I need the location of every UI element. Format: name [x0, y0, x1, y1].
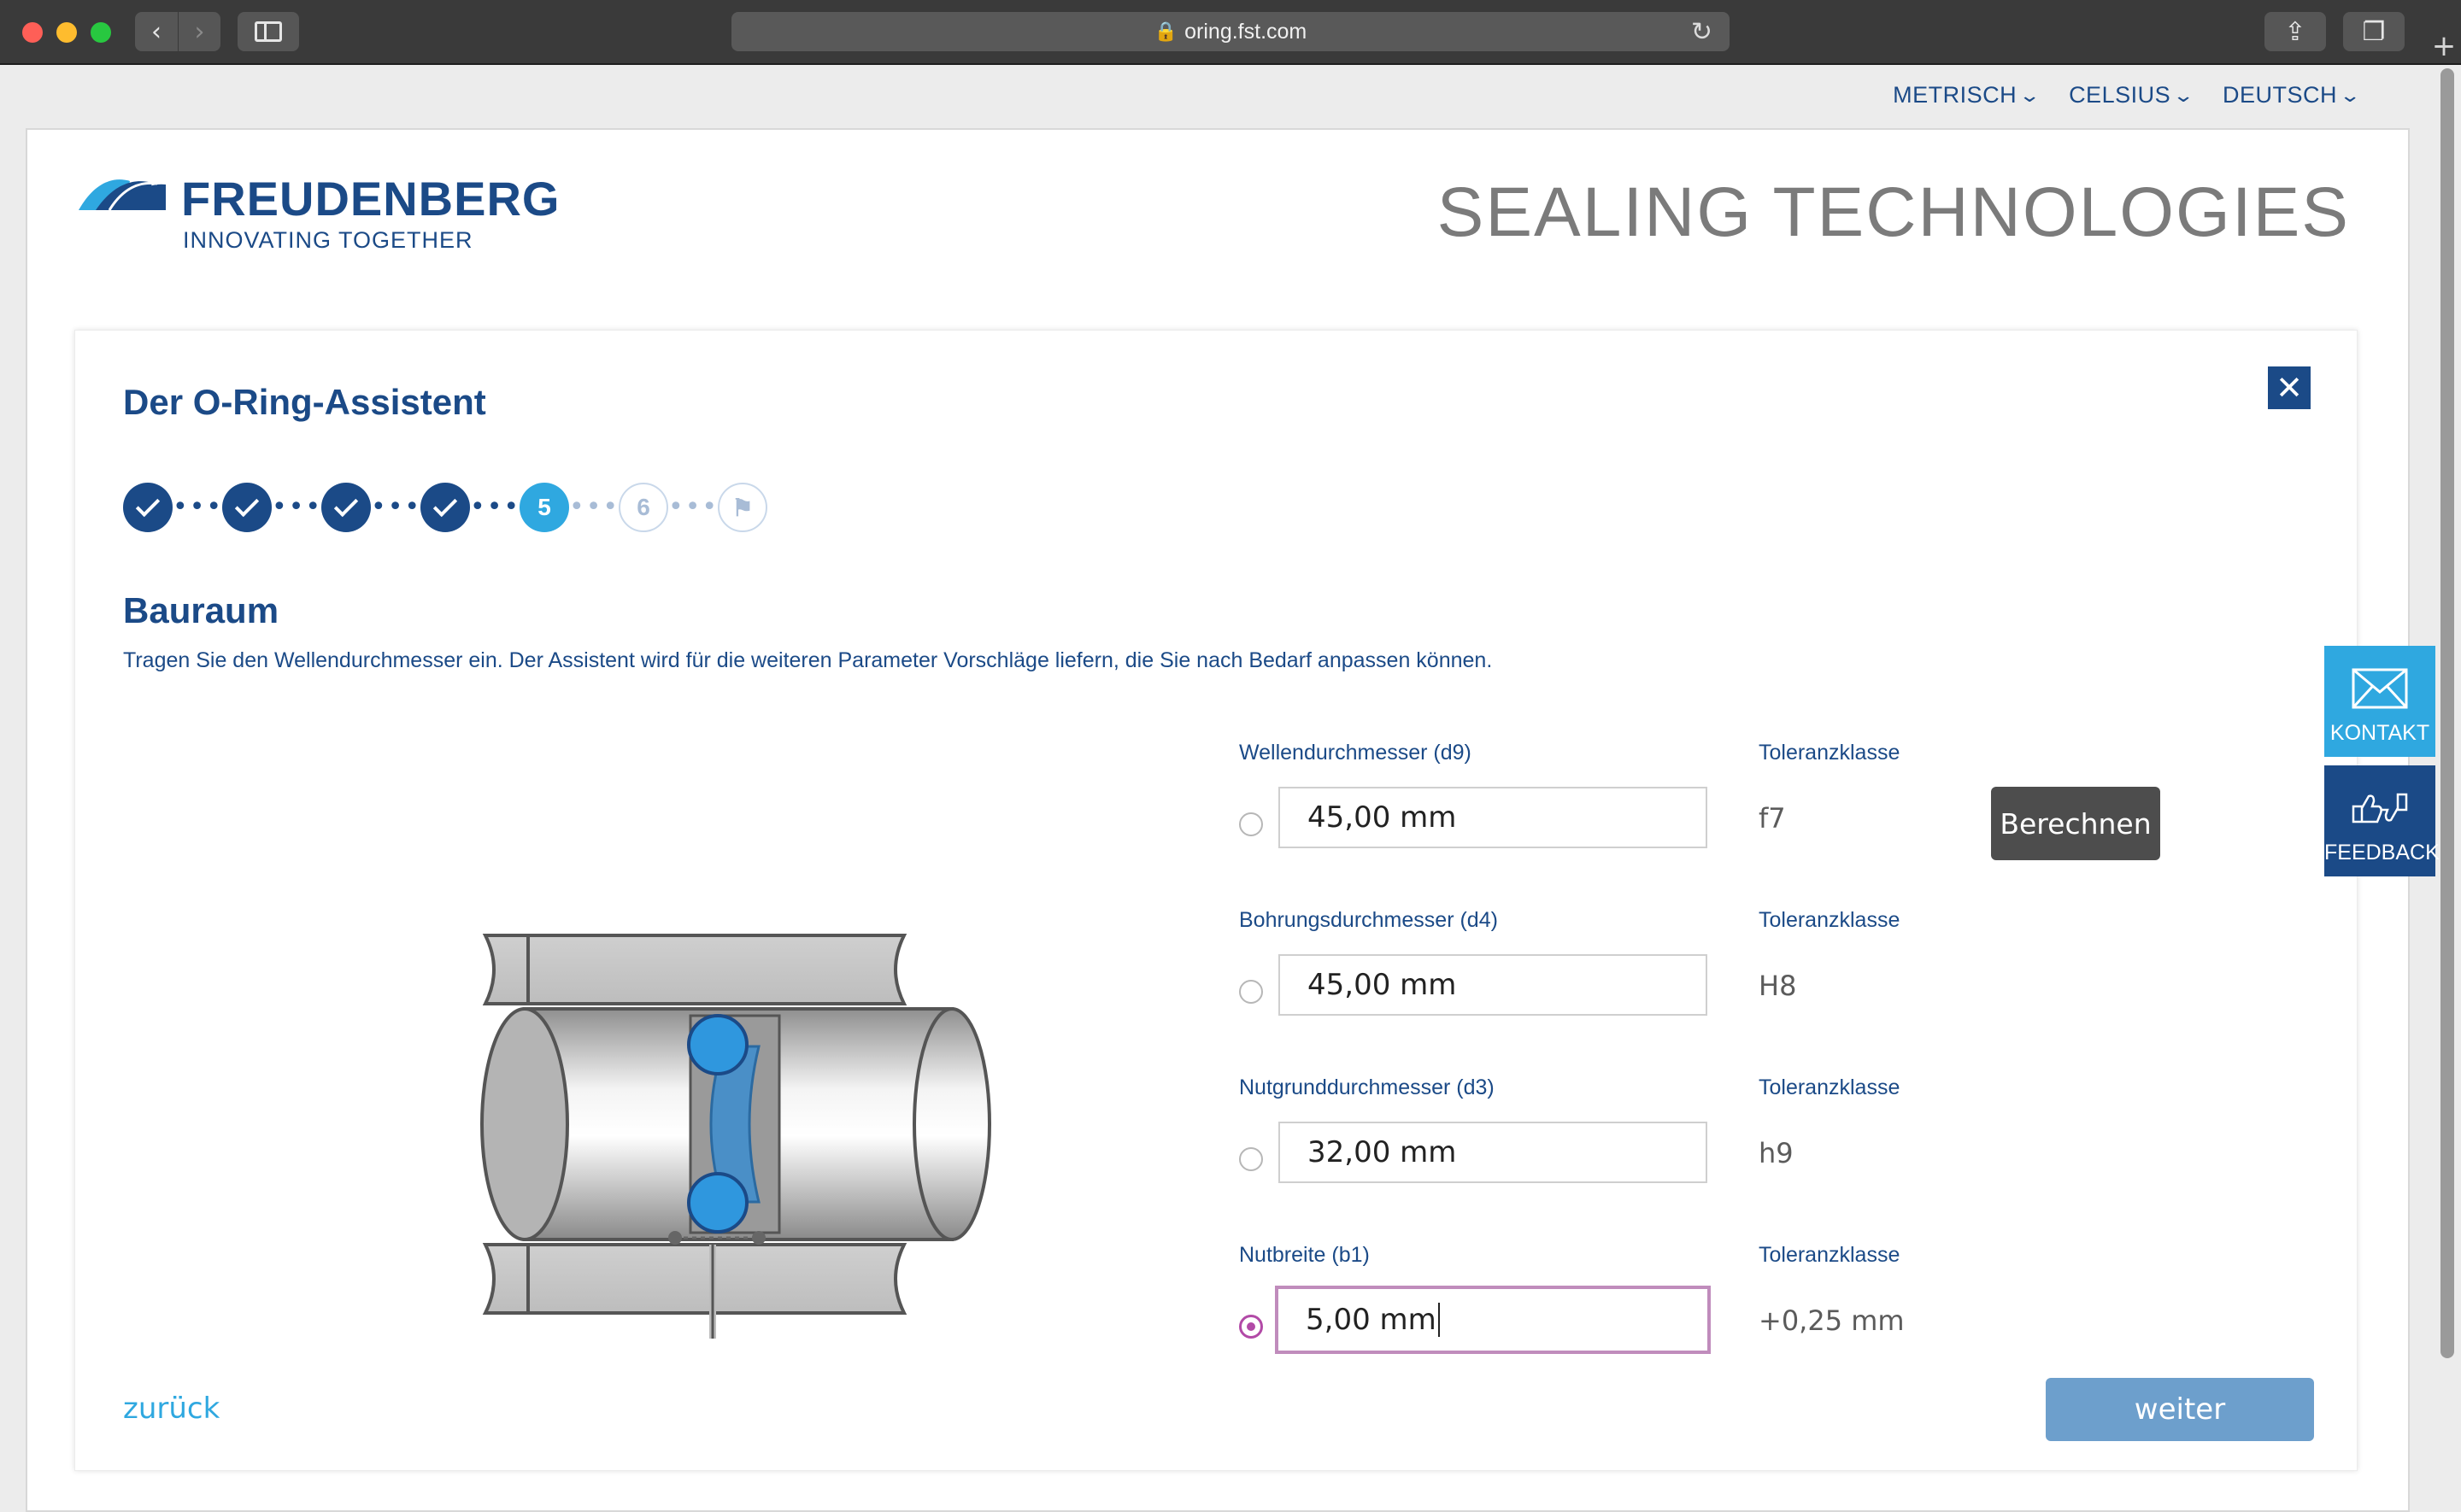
checkmark-icon	[333, 492, 359, 518]
step-connector: •••	[470, 492, 521, 522]
language-value: DEUTSCH	[2223, 82, 2338, 108]
step-connector: •••	[371, 492, 422, 522]
groove-diameter-tolerance-value: h9	[1759, 1137, 1794, 1169]
contact-tab[interactable]: KONTAKT	[2324, 646, 2435, 757]
browser-toolbar: ‹ › 🔒 oring.fst.com ↻ ⇪ ❐ +	[0, 0, 2461, 65]
bore-diameter-input[interactable]: 45,00 mm	[1278, 954, 1707, 1016]
field-label-bore-diameter: Bohrungsdurchmesser (d4)	[1239, 908, 1498, 932]
radio-shaft-diameter[interactable]	[1239, 812, 1263, 836]
chevron-down-icon: ⌄	[2172, 84, 2195, 106]
division-title: SEALING TECHNOLOGIES	[1436, 173, 2350, 251]
history-navigation: ‹ ›	[135, 12, 220, 51]
groove-width-tolerance-value: +0,25 mm	[1759, 1304, 1905, 1337]
brand-tagline: INNOVATING TOGETHER	[183, 227, 473, 253]
address-bar[interactable]: 🔒 oring.fst.com ↻	[731, 12, 1730, 51]
wave-logo-icon	[79, 179, 166, 210]
finish-flag-icon: ⚑	[718, 483, 767, 532]
section-description: Tragen Sie den Wellendurchmesser ein. De…	[123, 648, 1493, 672]
lock-icon: 🔒	[1154, 21, 1178, 42]
tolerance-label: Toleranzklasse	[1759, 1243, 1900, 1267]
next-button[interactable]: weiter	[2046, 1378, 2314, 1441]
brand-name: FREUDENBERG	[181, 172, 561, 226]
tolerance-label: Toleranzklasse	[1759, 1075, 1900, 1099]
forward-icon[interactable]: ›	[178, 12, 220, 51]
step-1[interactable]	[123, 483, 173, 532]
tolerance-label: Toleranzklasse	[1759, 908, 1900, 932]
feedback-label: FEEDBACK	[2324, 841, 2440, 864]
step-connector: •••	[272, 492, 323, 522]
close-window-button[interactable]	[22, 22, 43, 43]
bore-diameter-value: 45,00 mm	[1307, 968, 1457, 1002]
measurement-dropdown[interactable]: METRISCH ⌄	[1893, 82, 2041, 108]
shaft-diameter-input[interactable]: 45,00 mm	[1278, 787, 1707, 848]
radio-bore-diameter[interactable]	[1239, 980, 1263, 1004]
feedback-tab[interactable]: FEEDBACK	[2324, 765, 2440, 876]
chevron-down-icon: ⌄	[2018, 84, 2041, 106]
chevron-down-icon: ⌄	[2339, 84, 2362, 106]
back-icon[interactable]: ‹	[135, 12, 178, 51]
groove-diameter-value: 32,00 mm	[1307, 1135, 1457, 1169]
page-scrollbar[interactable]	[2440, 68, 2454, 1358]
groove-diameter-input[interactable]: 32,00 mm	[1278, 1122, 1707, 1183]
field-label-groove-width: Nutbreite (b1)	[1239, 1243, 1370, 1267]
share-icon[interactable]: ⇪	[2264, 12, 2326, 51]
progress-stepper: ••• ••• ••• ••• 5 ••• 6 ••• ⚑	[123, 483, 767, 532]
radio-groove-diameter[interactable]	[1239, 1147, 1263, 1171]
bore-tolerance-value: H8	[1759, 970, 1797, 1002]
back-link[interactable]: zurück	[123, 1392, 220, 1426]
assistant-card: ✕ Der O-Ring-Assistent ••• ••• ••• ••• 5…	[74, 330, 2358, 1471]
step-2[interactable]	[222, 483, 272, 532]
contact-label: KONTAKT	[2329, 721, 2430, 745]
field-label-shaft-diameter: Wellendurchmesser (d9)	[1239, 741, 1471, 765]
zoom-window-button[interactable]	[91, 22, 111, 43]
step-connector: •••	[569, 492, 620, 522]
close-icon[interactable]: ✕	[2268, 366, 2311, 409]
tolerance-label: Toleranzklasse	[1759, 741, 1900, 765]
temperature-value: CELSIUS	[2069, 82, 2171, 108]
page-frame: FREUDENBERG INNOVATING TOGETHER SEALING …	[26, 128, 2410, 1512]
installation-space-illustration	[480, 934, 991, 1339]
measurement-value: METRISCH	[1893, 82, 2018, 108]
unit-language-bar: METRISCH ⌄ CELSIUS ⌄ DEUTSCH ⌄	[1893, 82, 2361, 108]
groove-width-input[interactable]: 5,00 mm	[1275, 1286, 1711, 1354]
reload-icon[interactable]: ↻	[1691, 17, 1712, 47]
language-dropdown[interactable]: DEUTSCH ⌄	[2223, 82, 2361, 108]
section-title: Bauraum	[123, 590, 279, 630]
radio-groove-width[interactable]	[1239, 1315, 1263, 1339]
minimize-window-button[interactable]	[56, 22, 77, 43]
field-label-groove-diameter: Nutgrunddurchmesser (d3)	[1239, 1075, 1495, 1099]
new-tab-icon[interactable]: +	[2427, 29, 2461, 63]
calculate-button[interactable]: Berechnen	[1991, 787, 2160, 860]
url-text: oring.fst.com	[1184, 19, 1307, 44]
shaft-diameter-value: 45,00 mm	[1307, 800, 1457, 835]
step-3[interactable]	[321, 483, 371, 532]
step-6: 6	[619, 483, 668, 532]
tab-overview-icon[interactable]: ❐	[2343, 12, 2405, 51]
envelope-icon	[2352, 668, 2408, 709]
shaft-tolerance-value: f7	[1759, 802, 1786, 835]
step-4[interactable]	[420, 483, 470, 532]
groove-width-value: 5,00 mm	[1306, 1303, 1436, 1337]
text-caret	[1437, 1303, 1440, 1337]
assistant-title: Der O-Ring-Assistent	[123, 382, 486, 422]
checkmark-icon	[234, 492, 260, 518]
sidebar-icon	[255, 21, 282, 42]
thumbs-up-down-icon	[2352, 793, 2408, 823]
sidebar-toggle-button[interactable]	[238, 12, 299, 51]
step-5[interactable]: 5	[520, 483, 569, 532]
checkmark-icon	[135, 492, 161, 518]
temperature-dropdown[interactable]: CELSIUS ⌄	[2069, 82, 2195, 108]
step-connector: •••	[173, 492, 224, 522]
step-connector: •••	[668, 492, 720, 522]
checkmark-icon	[432, 492, 458, 518]
